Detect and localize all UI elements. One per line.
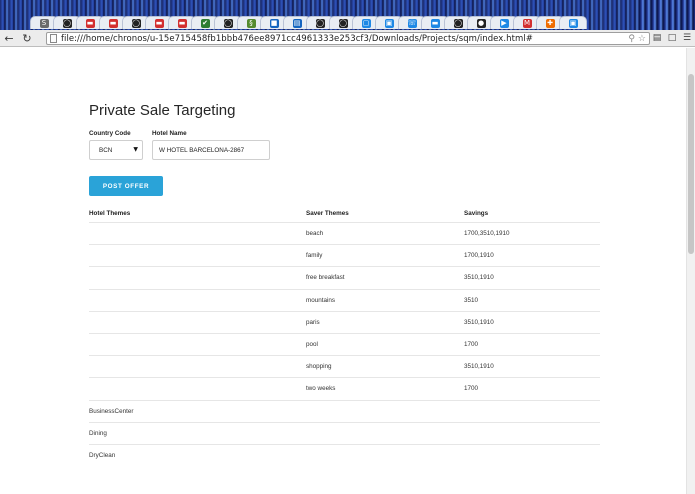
- tab-favicon-icon: ▶: [499, 18, 509, 28]
- tab-favicon-icon: ◯: [453, 18, 463, 28]
- table-row: two weeks 1700: [89, 377, 600, 399]
- tab-favicon-icon: ◯: [315, 18, 325, 28]
- tab-favicon-icon: ▤: [292, 18, 302, 28]
- hotel-name-input[interactable]: [152, 140, 270, 160]
- themes-table: Hotel Themes Saver Themes Savings beach 1…: [89, 204, 600, 466]
- tab-favicon-icon: §: [246, 18, 256, 28]
- saver-theme-cell: paris: [306, 318, 320, 326]
- table-body: beach 1700,3510,1910 family 1700,1910 free b…: [89, 222, 600, 466]
- header-saver-themes: Saver Themes: [306, 209, 349, 217]
- window-controls-area: [639, 0, 695, 30]
- savings-cell: 3510,1910: [464, 363, 494, 371]
- table-row: paris 3510,1910: [89, 310, 600, 333]
- saver-theme-cell: family: [306, 252, 323, 260]
- header-hotel-themes: Hotel Themes: [89, 209, 131, 217]
- tab-favicon-icon: ●: [476, 18, 486, 28]
- tab-favicon-icon: ◯: [131, 18, 141, 28]
- tab-favicon-icon: ◯: [338, 18, 348, 28]
- tab-favicon-icon: ▬: [177, 18, 187, 28]
- savings-cell: 3510: [464, 296, 479, 304]
- page-title: Private Sale Targeting: [89, 102, 236, 119]
- browser-toolbar: ← ↻ file:///home/chronos/u-15e715458fb1b…: [0, 30, 695, 47]
- savings-cell: 1700: [464, 341, 479, 349]
- browser-tab-strip: S ◯ ▬ ▬ ◯ ▬ ▬ ✔ ◯ § ■ ▤ ◯ ◯ ▢ ▣ ☏ ▬ ◯ ● ▶ M ✚ ▣: [0, 0, 695, 30]
- dropdown-caret-icon: ▼: [133, 146, 138, 153]
- scrollbar-thumb[interactable]: [688, 74, 694, 254]
- address-bar[interactable]: file:///home/chronos/u-15e715458fb1bbb47…: [46, 32, 650, 45]
- table-row: pool 1700: [89, 332, 600, 355]
- tab-favicon-icon: ▣: [568, 18, 578, 28]
- extension-pocket-icon[interactable]: ▤: [651, 32, 663, 44]
- savings-cell: 1700: [464, 385, 479, 393]
- hotel-theme-cell: DryClean: [89, 451, 116, 459]
- page-icon: [50, 34, 57, 43]
- table-row: shopping 3510,1910: [89, 355, 600, 377]
- saver-theme-cell: pool: [306, 341, 318, 349]
- header-savings: Savings: [464, 209, 489, 217]
- savings-cell: 1700,1910: [464, 252, 494, 260]
- tab-favicon-icon: ✔: [200, 18, 210, 28]
- tab-favicon-icon: ▬: [85, 18, 95, 28]
- country-code-select[interactable]: BCN ▼: [89, 140, 143, 160]
- tab-favicon-icon: ■: [269, 18, 279, 28]
- page-viewport: Private Sale Targeting Country Code Hote…: [0, 48, 686, 494]
- tab-favicon-icon: ▣: [384, 18, 394, 28]
- saver-theme-cell: mountains: [306, 296, 336, 304]
- saver-theme-cell: beach: [306, 230, 324, 238]
- tab-favicon-icon: M: [522, 18, 532, 28]
- bookmark-star-icon[interactable]: ☆: [638, 34, 646, 44]
- reload-icon[interactable]: ↻: [18, 30, 36, 47]
- tab-favicon-icon: ▬: [108, 18, 118, 28]
- extension-box-icon[interactable]: □: [666, 32, 678, 44]
- tab-favicon-icon: ◯: [223, 18, 233, 28]
- hotel-theme-cell: Dining: [89, 429, 107, 437]
- zoom-icon[interactable]: ⚲: [628, 34, 635, 44]
- vertical-scrollbar[interactable]: [686, 48, 695, 494]
- browser-tab[interactable]: ▣: [559, 16, 587, 29]
- country-code-value: BCN: [99, 146, 113, 154]
- tab-favicon-icon: ▬: [430, 18, 440, 28]
- tab-favicon-icon: ▢: [361, 18, 371, 28]
- hotel-theme-cell: BusinessCenter: [89, 407, 134, 415]
- table-row: family 1700,1910: [89, 244, 600, 266]
- tab-favicon-icon: ◯: [62, 18, 72, 28]
- savings-cell: 1700,3510,1910: [464, 230, 510, 238]
- saver-theme-cell: two weeks: [306, 385, 336, 393]
- table-row: beach 1700,3510,1910: [89, 222, 600, 244]
- table-row: BusinessCenter: [89, 399, 600, 422]
- menu-icon[interactable]: ☰: [681, 32, 693, 44]
- table-row: Dining: [89, 421, 600, 444]
- country-code-label: Country Code: [89, 130, 131, 137]
- savings-cell: 3510,1910: [464, 274, 494, 282]
- tab-favicon-icon: ▬: [154, 18, 164, 28]
- saver-theme-cell: shopping: [306, 363, 332, 371]
- back-arrow-icon[interactable]: ←: [0, 30, 18, 47]
- post-offer-button[interactable]: POST OFFER: [89, 176, 163, 196]
- table-header-row: Hotel Themes Saver Themes Savings: [89, 204, 600, 222]
- table-row: DryClean: [89, 443, 600, 466]
- address-url[interactable]: file:///home/chronos/u-15e715458fb1bbb47…: [61, 34, 628, 44]
- tab-favicon-icon: ☏: [407, 18, 417, 28]
- table-row: free breakfast 3510,1910: [89, 266, 600, 288]
- tab-favicon-icon: S: [39, 18, 49, 28]
- table-row: mountains 3510: [89, 288, 600, 311]
- tab-favicon-icon: ✚: [545, 18, 555, 28]
- saver-theme-cell: free breakfast: [306, 274, 345, 282]
- savings-cell: 3510,1910: [464, 318, 494, 326]
- hotel-name-label: Hotel Name: [152, 130, 187, 137]
